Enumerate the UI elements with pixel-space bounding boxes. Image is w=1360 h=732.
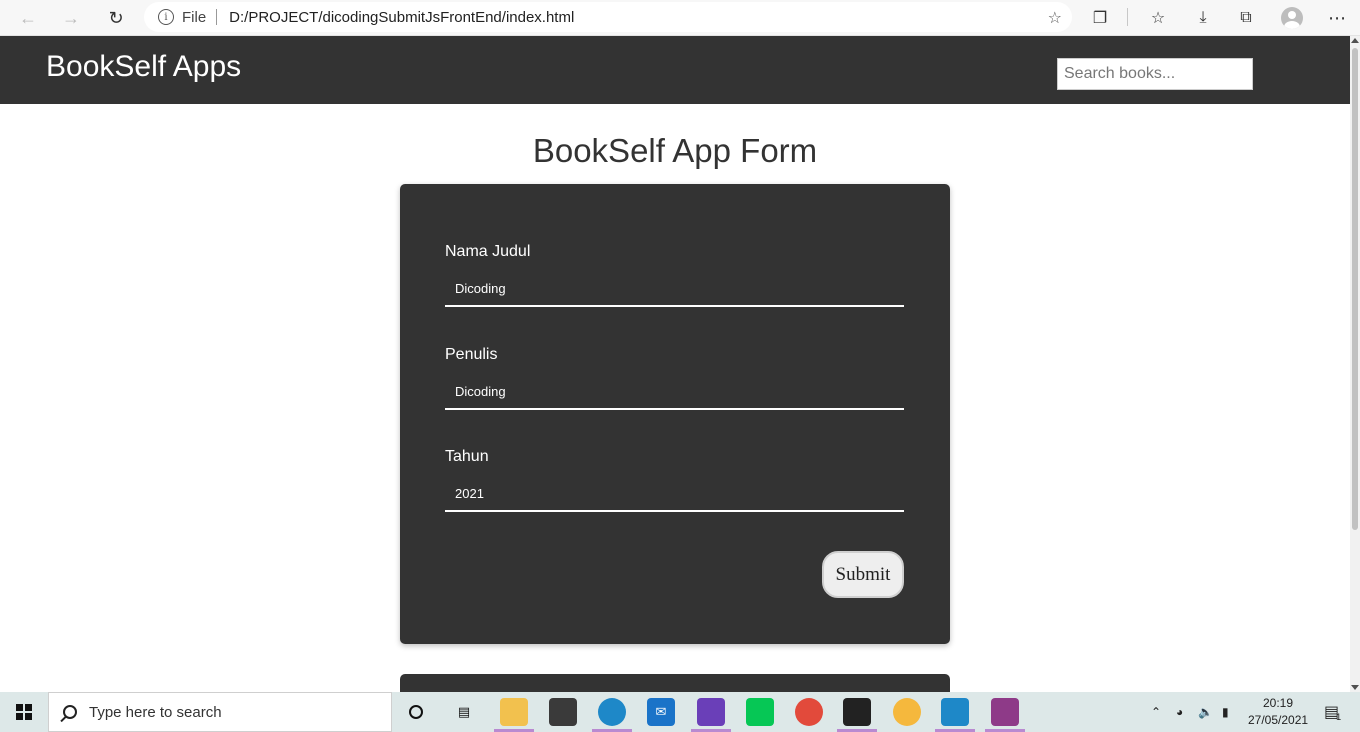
back-arrow-icon[interactable]: ← bbox=[14, 4, 42, 32]
terminal-icon[interactable] bbox=[843, 698, 871, 726]
search-icon bbox=[63, 705, 77, 719]
downloads-icon[interactable]: ⤓ bbox=[1188, 4, 1218, 32]
notification-center-icon[interactable]: ▤ 1 bbox=[1324, 692, 1341, 732]
book-form-card: Nama Judul Penulis Tahun Submit bbox=[400, 184, 950, 644]
show-hidden-icons[interactable]: ⌃ bbox=[1151, 692, 1161, 732]
app-title: BookSelf Apps bbox=[46, 50, 242, 83]
battery-icon[interactable]: ▮ bbox=[1222, 692, 1229, 732]
more-menu-icon[interactable]: ⋯ bbox=[1322, 4, 1352, 32]
submit-button[interactable]: Submit bbox=[822, 551, 904, 598]
title-input[interactable] bbox=[445, 271, 904, 307]
chrome-icon[interactable] bbox=[795, 698, 823, 726]
scroll-down-icon[interactable] bbox=[1351, 685, 1359, 690]
volume-icon[interactable]: 🔈 bbox=[1198, 692, 1213, 732]
author-input[interactable] bbox=[445, 374, 904, 410]
windows-taskbar: Type here to search ▤ ✉ ⌃ ◕ 🔈 ▮ 20:19 27… bbox=[0, 692, 1360, 732]
toolbar-divider bbox=[1127, 8, 1128, 26]
year-label: Tahun bbox=[445, 448, 489, 465]
start-button[interactable] bbox=[0, 692, 48, 732]
scroll-thumb[interactable] bbox=[1352, 48, 1358, 530]
add-favorite-icon[interactable]: ☆ bbox=[1048, 8, 1062, 28]
taskbar-clock[interactable]: 20:19 27/05/2021 bbox=[1248, 695, 1308, 729]
browser-toolbar: ← → ↻ i File D:/PROJECT/dicodingSubmitJs… bbox=[0, 0, 1360, 36]
task-view-icon[interactable]: ▤ bbox=[450, 698, 478, 726]
collections-tab-icon[interactable]: ⧉ bbox=[1231, 4, 1261, 32]
clock-time: 20:19 bbox=[1262, 696, 1294, 710]
refresh-icon[interactable]: ↻ bbox=[102, 4, 130, 32]
year-input[interactable] bbox=[445, 476, 904, 512]
visual-studio-icon[interactable] bbox=[697, 698, 725, 726]
favorites-icon[interactable]: ☆ bbox=[1143, 4, 1173, 32]
scroll-up-icon[interactable] bbox=[1351, 38, 1359, 43]
edge-browser-icon[interactable] bbox=[598, 698, 626, 726]
profile-button[interactable] bbox=[1277, 4, 1307, 32]
info-icon[interactable]: i bbox=[158, 9, 174, 25]
title-label: Nama Judul bbox=[445, 243, 531, 260]
cortana-icon[interactable] bbox=[402, 698, 430, 726]
forward-arrow-icon[interactable]: → bbox=[57, 4, 85, 32]
taskbar-search-box[interactable]: Type here to search bbox=[48, 692, 392, 732]
paint-app-icon[interactable] bbox=[893, 698, 921, 726]
app-header: BookSelf Apps bbox=[0, 36, 1350, 104]
vscode-icon[interactable] bbox=[941, 698, 969, 726]
address-url[interactable]: D:/PROJECT/dicodingSubmitJsFrontEnd/inde… bbox=[229, 9, 574, 26]
collections-icon[interactable]: ❐ bbox=[1085, 4, 1115, 32]
file-explorer-icon[interactable] bbox=[500, 698, 528, 726]
taskbar-search-placeholder: Type here to search bbox=[89, 703, 222, 721]
address-bar[interactable]: i File D:/PROJECT/dicodingSubmitJsFrontE… bbox=[144, 2, 1072, 32]
mail-icon[interactable]: ✉ bbox=[647, 698, 675, 726]
line-app-icon[interactable] bbox=[746, 698, 774, 726]
address-scheme: File bbox=[182, 8, 207, 26]
book-list-card bbox=[400, 674, 950, 692]
author-label: Penulis bbox=[445, 346, 498, 363]
windows-logo-icon bbox=[16, 704, 32, 720]
clock-date: 27/05/2021 bbox=[1248, 713, 1309, 727]
page-scrollbar[interactable] bbox=[1350, 36, 1360, 692]
form-title: BookSelf App Form bbox=[532, 132, 818, 169]
notification-count: 1 bbox=[1336, 712, 1342, 722]
address-separator bbox=[216, 9, 218, 25]
store-icon[interactable] bbox=[549, 698, 577, 726]
avatar-icon bbox=[1281, 7, 1303, 29]
network-icon[interactable]: ◕ bbox=[1176, 692, 1183, 732]
winrar-icon[interactable] bbox=[991, 698, 1019, 726]
search-books-input[interactable] bbox=[1057, 58, 1253, 90]
page-viewport: BookSelf Apps BookSelf App Form Nama Jud… bbox=[0, 36, 1350, 692]
